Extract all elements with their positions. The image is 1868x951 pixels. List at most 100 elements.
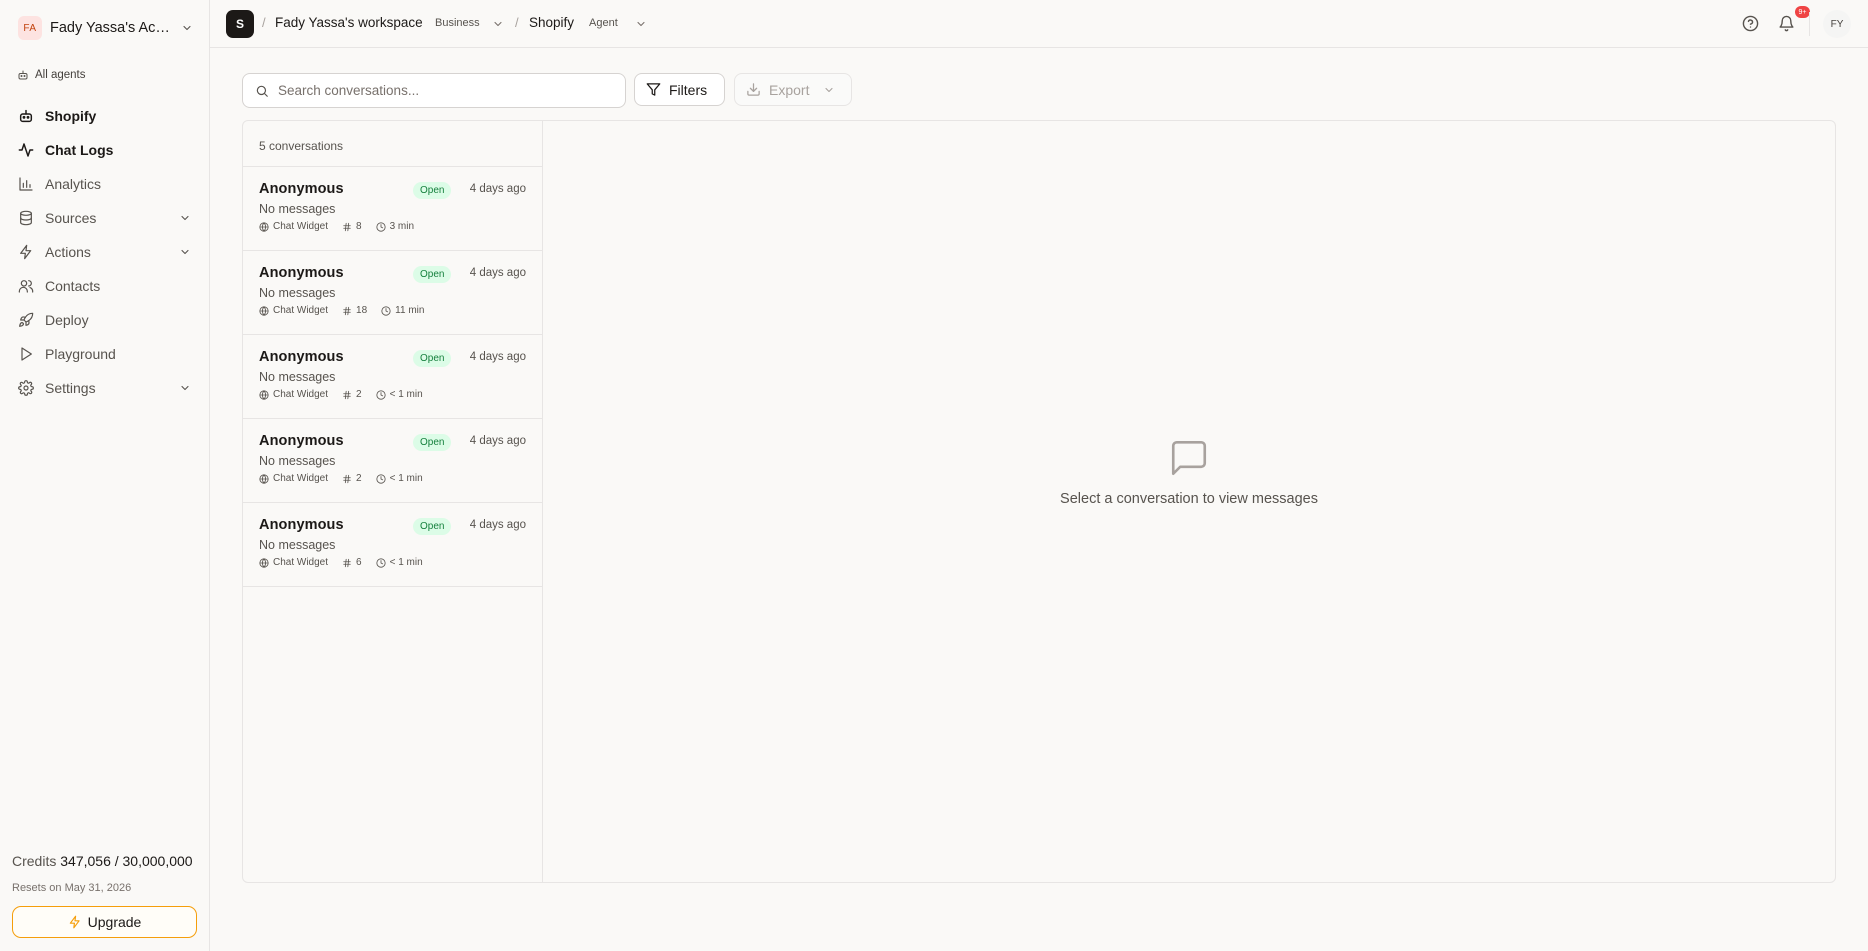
chevron-down-icon — [181, 22, 193, 34]
sidebar-nav: Shopify Chat Logs Analytics Sources Actions C… — [0, 99, 209, 405]
conversation-message-count: 8 — [356, 221, 362, 232]
breadcrumb-workspace[interactable]: Fady Yassa's workspace — [275, 15, 423, 30]
status-badge: Open — [413, 434, 452, 451]
export-label: Export — [769, 81, 810, 98]
conversation-preview: No messages — [259, 454, 336, 468]
users-icon — [18, 278, 34, 294]
status-badge: Open — [413, 266, 452, 283]
sidebar-item-label: Shopify — [45, 108, 97, 124]
help-icon[interactable] — [1742, 15, 1759, 32]
all-agents-label: All agents — [35, 69, 86, 81]
hash-icon — [342, 222, 352, 232]
account-name: Fady Yassa's Acco... — [50, 20, 170, 36]
account-avatar: FA — [18, 16, 42, 40]
conversation-channel: Chat Widget — [273, 221, 329, 232]
conversation-duration: < 1 min — [389, 473, 423, 484]
conversation-time: 4 days ago — [469, 351, 526, 363]
clock-icon — [376, 473, 386, 484]
conversation-row[interactable]: Anonymous Open 4 days ago No messages Chat W… — [243, 251, 542, 335]
conversation-preview: No messages — [259, 370, 336, 384]
conversation-time: 4 days ago — [469, 267, 526, 279]
upgrade-button[interactable]: Upgrade — [12, 906, 197, 938]
notification-badge: 9+ — [1795, 6, 1810, 18]
credits-reset-date: Resets on May 31, 2026 — [12, 882, 132, 894]
message-square-icon — [1168, 437, 1210, 479]
conversation-row[interactable]: Anonymous Open 4 days ago No messages Chat W… — [243, 335, 542, 419]
credits: Credits 347,056 / 30,000,000 — [12, 853, 193, 869]
conversation-row[interactable]: Anonymous Open 4 days ago No messages Chat W… — [243, 419, 542, 503]
search-icon — [255, 84, 269, 98]
sidebar-item-label: Settings — [45, 380, 96, 396]
breadcrumb-separator: / — [262, 15, 266, 30]
hash-icon — [342, 390, 352, 400]
sidebar-item-analytics[interactable]: Analytics — [0, 167, 209, 201]
conversation-preview: No messages — [259, 286, 336, 300]
conversation-channel: Chat Widget — [273, 389, 329, 400]
conversation-time: 4 days ago — [469, 435, 526, 447]
globe-icon — [259, 557, 269, 568]
upgrade-label: Upgrade — [87, 914, 142, 930]
chevron-down-icon[interactable] — [179, 382, 191, 394]
top-header: S / Fady Yassa's workspace Business / Sh… — [210, 0, 1868, 48]
conversation-message-count: 2 — [356, 473, 362, 484]
sidebar-item-shopify[interactable]: Shopify — [0, 99, 209, 133]
breadcrumb-agent[interactable]: Shopify — [529, 15, 574, 30]
sidebar: FA Fady Yassa's Acco... All agents Shopi… — [0, 0, 210, 951]
status-badge: Open — [413, 518, 452, 535]
breadcrumb-separator: / — [515, 15, 519, 30]
conversation-message-count: 2 — [356, 389, 362, 400]
sidebar-item-label: Chat Logs — [45, 142, 114, 158]
sidebar-item-label: Analytics — [45, 176, 102, 192]
hash-icon — [342, 306, 352, 316]
credits-label: Credits — [12, 853, 57, 869]
sidebar-item-contacts[interactable]: Contacts — [0, 269, 209, 303]
conversation-row[interactable]: Anonymous Open 4 days ago No messages Chat W… — [243, 503, 542, 587]
conversation-list: 5 conversations Anonymous Open 4 days ago N… — [243, 121, 543, 882]
user-avatar[interactable]: FY — [1823, 10, 1851, 38]
empty-state: Select a conversation to view messages — [543, 121, 1835, 882]
conversation-preview: No messages — [259, 202, 336, 216]
sidebar-item-playground[interactable]: Playground — [0, 337, 209, 371]
play-icon — [18, 346, 34, 362]
export-button[interactable]: Export — [734, 73, 852, 106]
chevron-down-icon[interactable] — [179, 246, 191, 258]
bar-chart-icon — [18, 176, 34, 192]
search-field[interactable] — [242, 73, 626, 108]
download-icon — [746, 82, 761, 97]
conversation-message-count: 18 — [356, 305, 368, 316]
workspace-logo[interactable]: S — [226, 10, 254, 38]
conversation-row[interactable]: Anonymous Open 4 days ago No messages Chat W… — [243, 167, 542, 251]
search-input[interactable] — [278, 83, 608, 98]
robot-icon — [17, 69, 29, 81]
conversation-meta: Chat Widget 18 11 min — [259, 305, 526, 316]
conversation-duration: 3 min — [389, 221, 415, 232]
sidebar-item-settings[interactable]: Settings — [0, 371, 209, 405]
sidebar-item-chat-logs[interactable]: Chat Logs — [0, 133, 209, 167]
sidebar-item-label: Contacts — [45, 278, 101, 294]
conversation-meta: Chat Widget 8 3 min — [259, 221, 526, 232]
chevron-down-icon[interactable] — [179, 212, 191, 224]
conversation-time: 4 days ago — [469, 519, 526, 531]
all-agents-link[interactable]: All agents — [17, 69, 86, 81]
conversation-meta: Chat Widget 2 < 1 min — [259, 389, 526, 400]
conversation-meta: Chat Widget 6 < 1 min — [259, 557, 526, 568]
chevron-down-icon[interactable] — [492, 18, 504, 30]
filters-button[interactable]: Filters — [634, 73, 725, 106]
conversation-duration: < 1 min — [389, 389, 423, 400]
sidebar-item-sources[interactable]: Sources — [0, 201, 209, 235]
chevron-down-icon[interactable] — [635, 18, 647, 30]
bell-icon[interactable] — [1778, 15, 1795, 32]
clock-icon — [376, 221, 386, 232]
gear-icon — [18, 380, 34, 396]
chevron-down-icon — [823, 84, 835, 96]
sidebar-item-actions[interactable]: Actions — [0, 235, 209, 269]
filters-label: Filters — [669, 81, 708, 98]
sidebar-item-deploy[interactable]: Deploy — [0, 303, 209, 337]
clock-icon — [376, 389, 386, 400]
conversation-time: 4 days ago — [469, 183, 526, 195]
credits-value: 347,056 / 30,000,000 — [60, 853, 193, 869]
account-switcher[interactable]: FA Fady Yassa's Acco... — [18, 15, 193, 41]
bolt-icon — [18, 244, 34, 260]
hash-icon — [342, 558, 352, 568]
database-icon — [18, 210, 34, 226]
